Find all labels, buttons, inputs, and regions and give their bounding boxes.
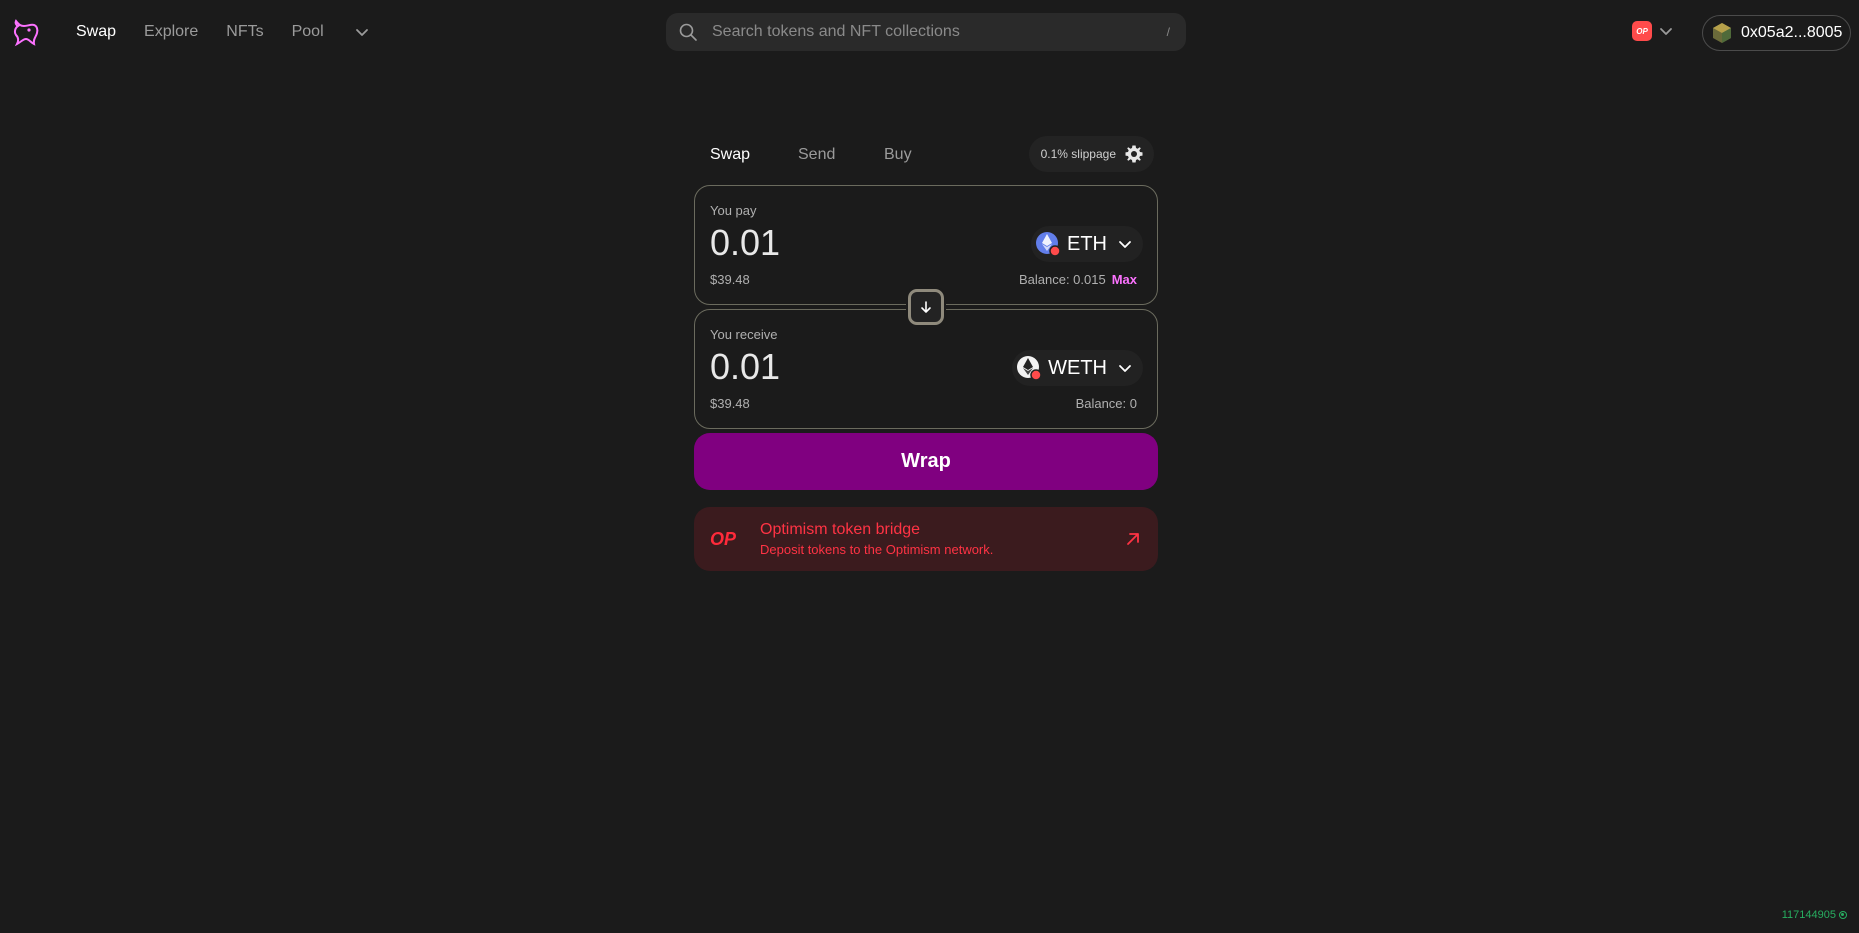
receive-token-symbol: WETH (1048, 356, 1107, 379)
optimism-chain-icon: OP (1632, 21, 1652, 41)
receive-balance: Balance: 0 (1075, 396, 1137, 411)
block-status-dot-icon (1839, 911, 1847, 919)
nav-link-nfts[interactable]: NFTs (226, 23, 263, 41)
tab-send[interactable]: Send (798, 146, 835, 164)
bridge-text: Optimism token bridge Deposit tokens to … (760, 521, 1124, 557)
receive-panel: You receive $39.48 WETH Balance: 0 (694, 309, 1158, 429)
slippage-settings-button[interactable]: 0.1% slippage (1028, 136, 1154, 172)
weth-token-icon (1016, 355, 1042, 381)
eth-token-icon (1035, 231, 1061, 257)
arrow-down-icon (921, 301, 931, 313)
pay-amount-input[interactable] (710, 222, 990, 264)
receive-token-chevron-down-icon (1119, 365, 1131, 372)
nav-link-swap[interactable]: Swap (76, 23, 116, 41)
receive-fiat-value: $39.48 (710, 396, 750, 411)
pay-token-symbol: ETH (1067, 232, 1107, 255)
receive-token-selector[interactable]: WETH (1012, 350, 1143, 386)
block-number: 117144905 (1781, 909, 1836, 921)
switch-tokens-button[interactable] (906, 287, 946, 327)
external-link-arrow-icon (1124, 530, 1142, 548)
switch-tokens-inner (908, 289, 944, 325)
search-icon (678, 22, 698, 42)
tab-swap[interactable]: Swap (710, 146, 750, 164)
optimism-logo-icon: OP (710, 528, 737, 549)
nav-more-chevron-down-icon[interactable] (352, 22, 372, 42)
gear-icon (1125, 145, 1143, 163)
search-input[interactable] (710, 22, 1167, 42)
wallet-button[interactable]: 0x05a2...8005 (1702, 15, 1851, 51)
bridge-title: Optimism token bridge (760, 521, 921, 538)
receive-label: You receive (710, 327, 778, 342)
pay-balance: Balance: 0.015 (1018, 272, 1106, 287)
wallet-address: 0x05a2...8005 (1741, 24, 1843, 41)
slippage-value: 0.1% slippage (1040, 147, 1116, 161)
uniswap-logo-icon[interactable] (10, 17, 42, 49)
swap-widget: Swap Send Buy 0.1% slippage You pay $39.… (694, 136, 1158, 571)
nav-link-pool[interactable]: Pool (292, 23, 324, 41)
swap-tabs: Swap Send Buy 0.1% slippage (694, 136, 1158, 176)
block-number-status[interactable]: 117144905 (1782, 909, 1847, 921)
pay-label: You pay (710, 203, 757, 218)
pay-token-selector[interactable]: ETH (1031, 226, 1143, 262)
top-navigation: Swap Explore NFTs Pool / OP 0x05a2...800… (0, 0, 1859, 64)
receive-amount-input[interactable] (710, 346, 990, 388)
chain-chevron-down-icon (1660, 28, 1672, 35)
pay-balance-row: Balance: 0.015 Max (1019, 272, 1137, 287)
max-button[interactable]: Max (1112, 272, 1137, 287)
nav-links: Swap Explore NFTs Pool (76, 20, 372, 44)
pay-fiat-value: $39.48 (710, 272, 750, 287)
avatar (1711, 22, 1733, 44)
nav-link-explore[interactable]: Explore (144, 23, 198, 41)
bridge-subtitle: Deposit tokens to the Optimism network. (760, 542, 994, 557)
search-shortcut-hint: / (1166, 25, 1170, 39)
optimism-bridge-banner[interactable]: OP Optimism token bridge Deposit tokens … (694, 507, 1158, 571)
tab-buy[interactable]: Buy (884, 146, 912, 164)
pay-token-chevron-down-icon (1119, 241, 1131, 248)
receive-balance-row: Balance: 0 (1076, 396, 1137, 411)
wrap-button[interactable]: Wrap (694, 433, 1158, 490)
search-bar[interactable]: / (666, 13, 1186, 51)
chain-selector[interactable]: OP (1632, 21, 1674, 41)
